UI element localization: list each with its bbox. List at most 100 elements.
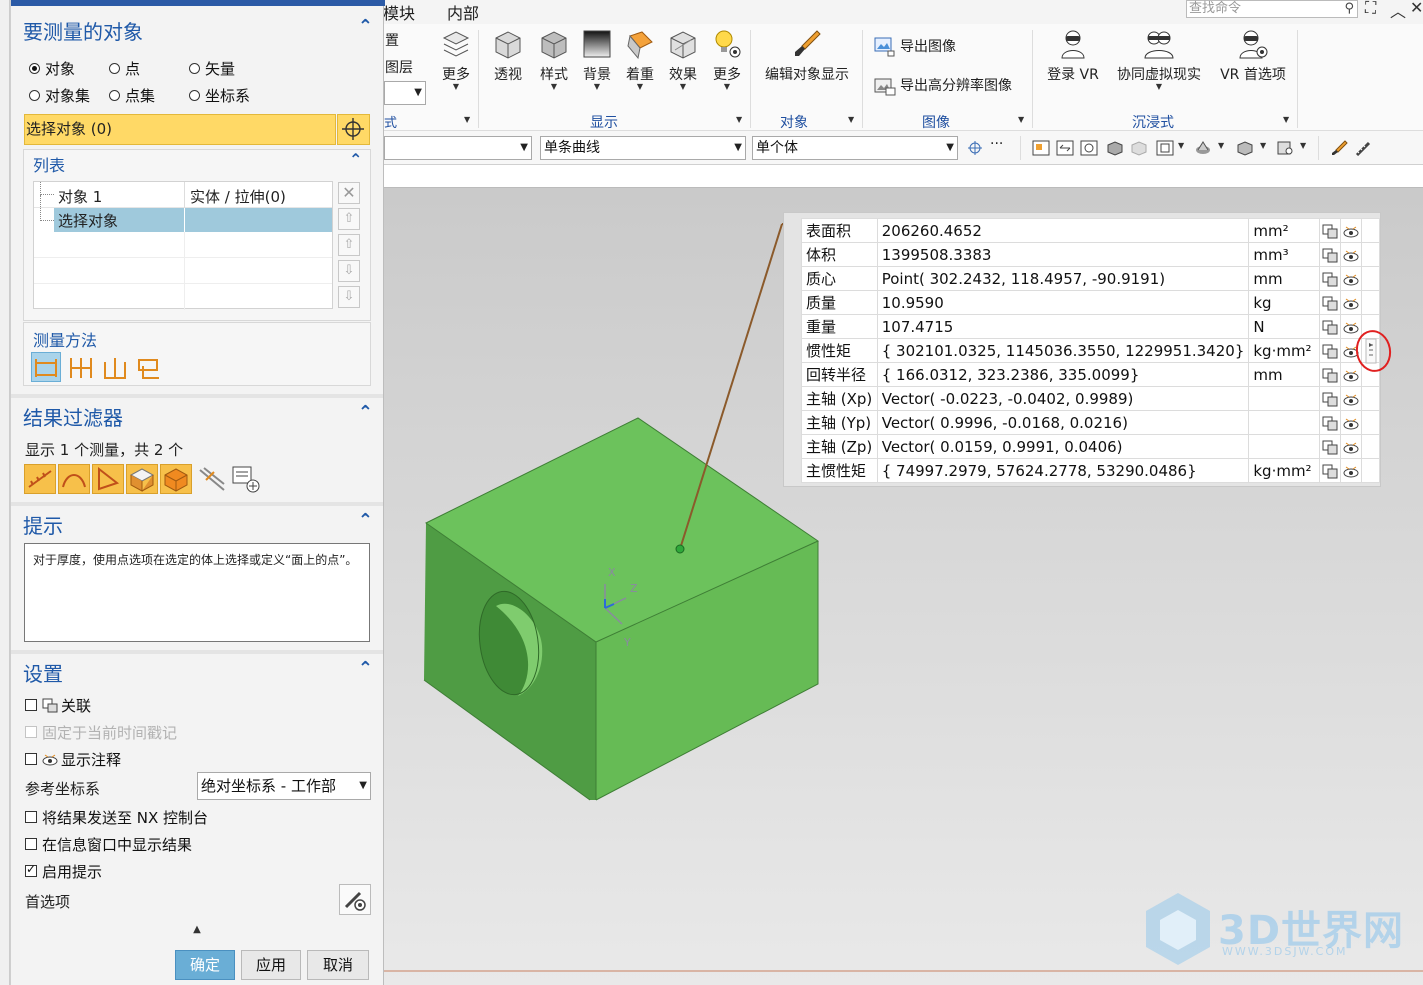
copy-button[interactable] (1318, 410, 1342, 435)
fit-view-icon[interactable] (1156, 140, 1174, 156)
filter-angle-button[interactable] (92, 464, 124, 494)
chevron-up-icon[interactable]: ⌃ (349, 150, 362, 169)
copy-button[interactable] (1318, 266, 1342, 291)
projected-method-icon[interactable] (135, 354, 163, 382)
filter-add-icon[interactable] (230, 464, 262, 494)
annotation-toggle-button[interactable] (1340, 386, 1363, 411)
ribbon-partial-label-1[interactable]: 置 (385, 30, 399, 50)
more-selection-button[interactable]: ··· (990, 136, 1003, 152)
group-dropdown-icon[interactable]: ▼ (1283, 115, 1289, 124)
chevron-up-icon[interactable]: ⌃ (358, 658, 373, 679)
chevron-up-icon[interactable]: ⌃ (358, 16, 373, 37)
export-image-button[interactable]: 导出图像 (874, 36, 956, 57)
copy-button[interactable] (1318, 434, 1342, 459)
list-header[interactable]: 列表 (33, 152, 65, 176)
filter-thickness-icon[interactable] (196, 464, 228, 494)
type-filter-combo[interactable]: ▼ (384, 136, 532, 160)
enable-hint-checkbox[interactable]: 启用提示 (25, 861, 102, 882)
background-button[interactable]: 背景 ▼ (575, 28, 619, 91)
close-icon[interactable]: ✕ (1410, 0, 1423, 17)
copy-button[interactable] (1318, 386, 1342, 411)
emphasis-button[interactable]: 着重 ▼ (618, 28, 662, 91)
cancel-button[interactable]: 取消 (307, 950, 369, 980)
annotation-toggle-button[interactable] (1340, 362, 1363, 387)
section-filter-title[interactable]: 结果过滤器 (23, 402, 123, 431)
move-top-icon[interactable]: ⇧ (338, 208, 360, 230)
annotation-toggle-button[interactable] (1340, 266, 1363, 291)
annotation-toggle-button[interactable] (1340, 434, 1363, 459)
faded-body-icon[interactable] (1130, 140, 1148, 156)
associative-checkbox[interactable]: 关联 (25, 695, 91, 716)
group-dropdown-icon[interactable]: ▼ (1018, 115, 1024, 124)
radio-object-set[interactable]: 对象集 (29, 85, 90, 106)
annotation-toggle-button[interactable] (1340, 218, 1363, 243)
annotation-toggle-button[interactable] (1340, 242, 1363, 267)
tab-modules[interactable]: 模块 (383, 0, 415, 24)
radio-object[interactable]: 对象 (29, 58, 75, 79)
group-dropdown-icon[interactable]: ▼ (848, 115, 854, 124)
export-hires-image-button[interactable]: 导出高分辨率图像 (874, 75, 1012, 96)
select-icon-1[interactable] (1032, 140, 1050, 156)
select-icon-3[interactable] (1080, 140, 1098, 156)
measure-ruler-icon[interactable] (1354, 140, 1372, 156)
group-dropdown-icon[interactable]: ▼ (736, 115, 742, 124)
effects-button[interactable]: 效果 ▼ (661, 28, 705, 91)
copy-button[interactable] (1318, 290, 1342, 315)
send-nx-console-checkbox[interactable]: 将结果发送至 NX 控制台 (25, 807, 208, 828)
fullscreen-icon[interactable]: ⛶ (1365, 0, 1376, 18)
tab-internal[interactable]: 内部 (447, 0, 479, 24)
annotation-toggle-button[interactable] (1340, 314, 1363, 339)
copy-button[interactable] (1318, 362, 1342, 387)
ok-button[interactable]: 确定 (175, 950, 235, 980)
distance-method-icon[interactable] (101, 354, 129, 382)
move-down-icon[interactable]: ⇩ (338, 260, 360, 282)
dialog-title-bar[interactable] (11, 0, 385, 6)
radio-vector[interactable]: 矢量 (189, 58, 235, 79)
parallel-method-icon[interactable] (67, 354, 95, 382)
shaded-body-icon[interactable] (1106, 140, 1124, 156)
dropdown-icon[interactable]: ▼ (1260, 141, 1266, 150)
crosshair-button[interactable] (337, 114, 370, 145)
dropdown-icon[interactable]: ▼ (1300, 141, 1306, 150)
copy-button[interactable] (1318, 242, 1342, 267)
render-style-icon[interactable] (1194, 140, 1212, 156)
command-search-input[interactable]: 查找命令 ⚲ (1186, 0, 1358, 18)
radio-csys[interactable]: 坐标系 (189, 85, 250, 106)
measurement-anchor-point[interactable] (675, 544, 685, 554)
filter-arc-button[interactable] (58, 464, 90, 494)
display-more-button[interactable]: 更多 ▼ (705, 28, 749, 91)
dropdown-icon[interactable]: ▼ (1178, 141, 1184, 150)
annotation-toggle-button[interactable] (1340, 458, 1363, 483)
collapse-ribbon-icon[interactable]: ︿ (1390, 0, 1406, 22)
vr-preferences-button[interactable]: VR 首选项 (1214, 28, 1292, 84)
copy-button[interactable] (1318, 218, 1342, 243)
remove-icon[interactable]: ✕ (338, 182, 360, 204)
orient-view-icon[interactable] (1236, 140, 1254, 156)
copy-button[interactable] (1318, 458, 1342, 483)
section-target-title[interactable]: 要测量的对象 (23, 16, 143, 45)
list-item[interactable]: 对象 1 实体 / 拉伸(0) (34, 182, 332, 208)
annotation-toggle-button[interactable] (1340, 290, 1363, 315)
show-info-window-checkbox[interactable]: 在信息窗口中显示结果 (25, 834, 192, 855)
radio-point-set[interactable]: 点集 (109, 85, 155, 106)
filter-area-button[interactable] (126, 464, 158, 494)
brush-icon[interactable] (1330, 140, 1348, 156)
preferences-button[interactable] (339, 884, 371, 915)
section-hint-title[interactable]: 提示 (23, 510, 63, 539)
curve-rule-combo[interactable]: 单条曲线 ▼ (540, 136, 746, 160)
style-button[interactable]: 样式 ▼ (532, 28, 576, 91)
perspective-button[interactable]: 透视 (486, 28, 530, 84)
snap-point-icon[interactable] (966, 140, 984, 156)
layer-more-button[interactable]: 更多 ▼ (434, 28, 478, 91)
apply-button[interactable]: 应用 (241, 950, 301, 980)
copy-button[interactable] (1318, 338, 1342, 363)
fixed-time-checkbox[interactable]: 固定于当前时间戳记 (25, 722, 177, 743)
select-object-row[interactable]: 选择对象 (0) (24, 114, 336, 145)
select-icon-2[interactable] (1056, 140, 1074, 156)
section-settings-title[interactable]: 设置 (23, 658, 63, 687)
edit-object-display-button[interactable]: 编辑对象显示 (760, 28, 854, 84)
layer-combo[interactable]: ▼ (384, 81, 426, 105)
vr-login-button[interactable]: 登录 VR (1042, 28, 1104, 84)
chevron-up-icon[interactable]: ⌃ (358, 510, 373, 531)
ref-csys-combo[interactable]: 绝对坐标系 - 工作部 ▼ (197, 772, 371, 800)
